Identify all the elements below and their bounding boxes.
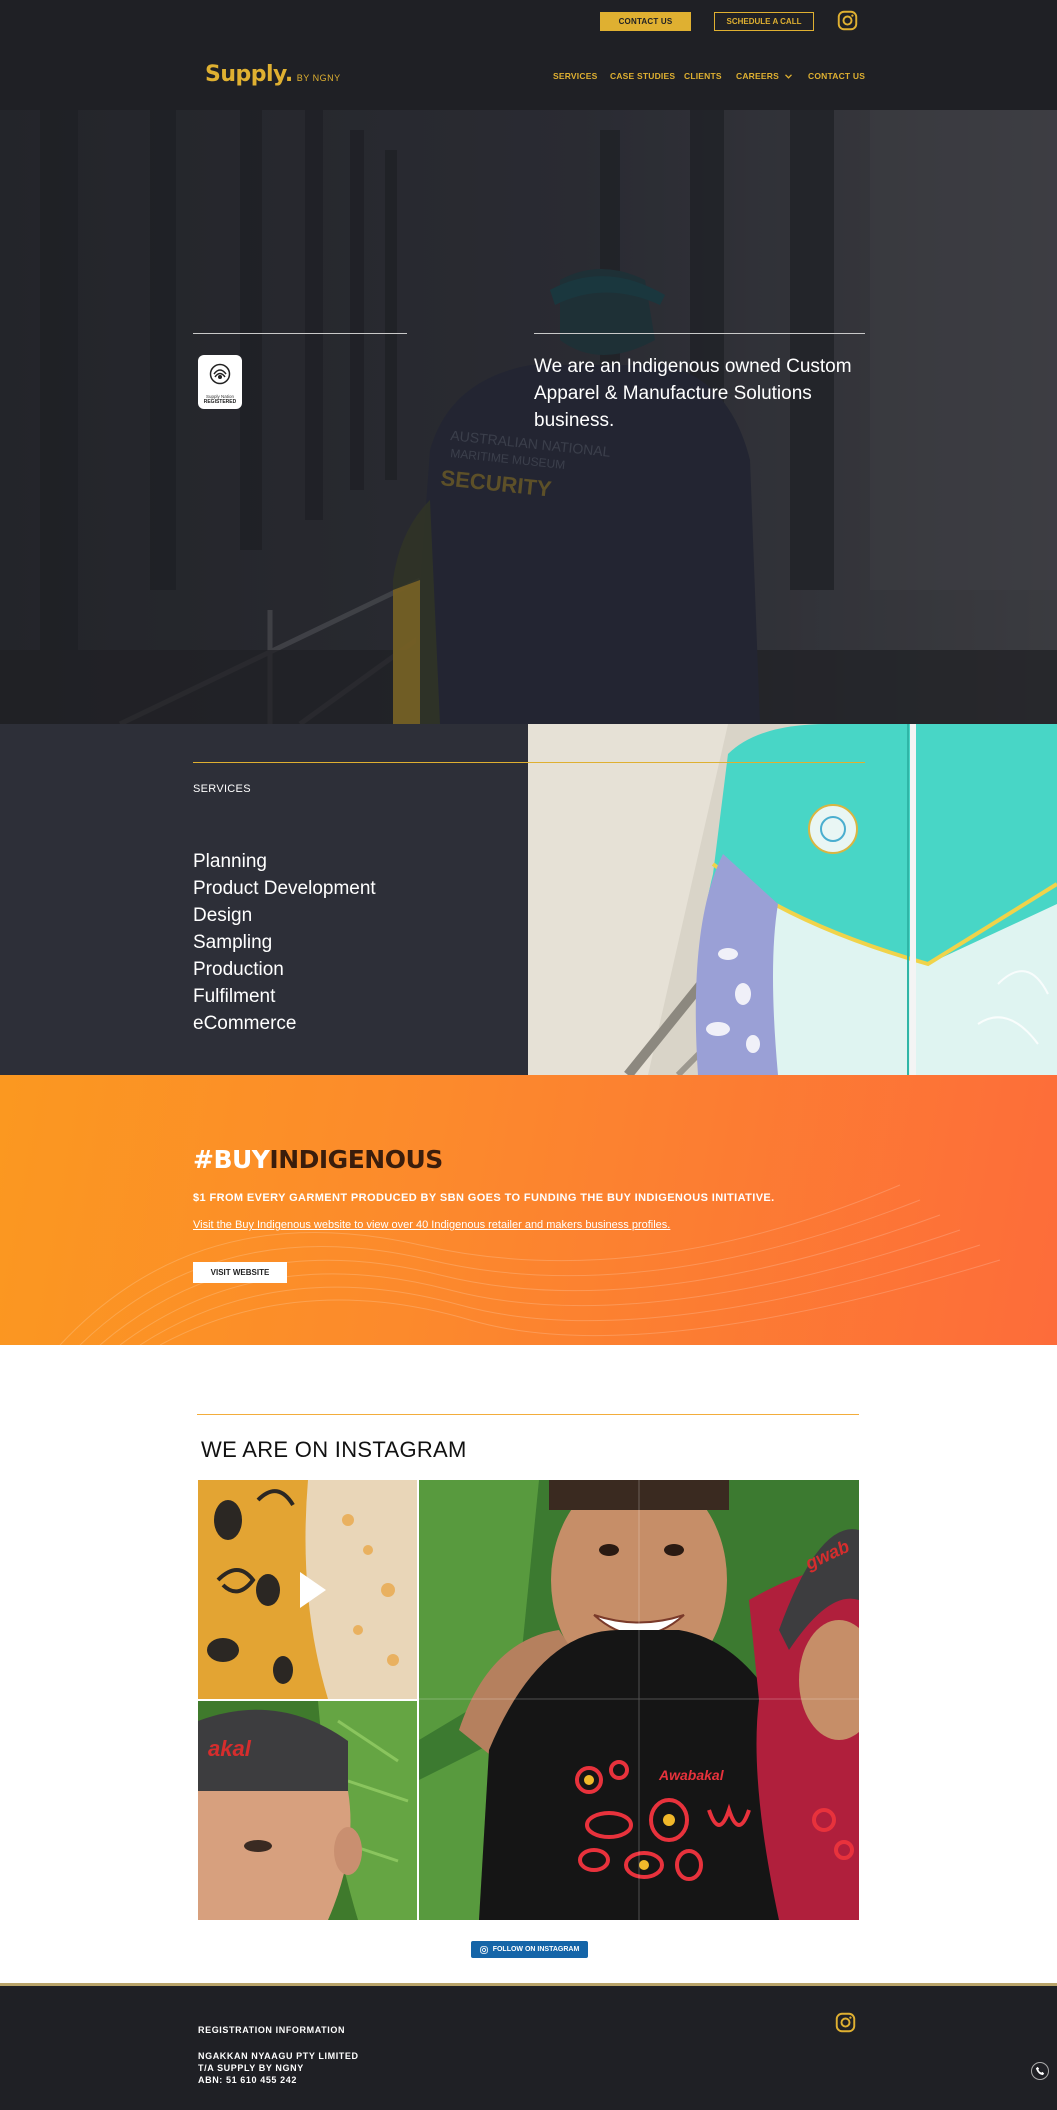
buy-indigenous-statement: $1 FROM EVERY GARMENT PRODUCED BY SBN GO… [193, 1192, 775, 1204]
service-item-production: Production [193, 959, 284, 980]
call-button[interactable] [1031, 2062, 1049, 2080]
buy-title-hash: #BUY [193, 1145, 270, 1174]
supply-nation-badge: Supply Nation REGISTERED [198, 355, 242, 409]
instagram-post-cap[interactable]: akal [198, 1701, 417, 1920]
instagram-icon [479, 1945, 488, 1954]
shirt-print-text: Awabakal [658, 1767, 725, 1783]
follow-on-instagram-button[interactable]: FOLLOW ON INSTAGRAM [471, 1941, 588, 1958]
footer-abn: ABN: 51 610 455 242 [198, 2075, 297, 2085]
service-item-design: Design [193, 905, 253, 926]
footer-trading-as: T/A SUPPLY BY NGNY [198, 2063, 304, 2073]
services-jacket-image [528, 724, 1057, 1075]
follow-label: FOLLOW ON INSTAGRAM [492, 1946, 580, 1953]
nav-careers-label: CAREERS [736, 71, 779, 81]
instagram-divider [197, 1414, 859, 1415]
footer: REGISTRATION INFORMATION NGAKKAN NYAAGU … [0, 1983, 1057, 2110]
instagram-section: WE ARE ON INSTAGRAM akal gwab Awabakal F… [0, 1345, 1057, 1985]
badge-line2: REGISTERED [203, 399, 237, 405]
nav-clients[interactable]: CLIENTS [684, 71, 722, 81]
hero-tagline: We are an Indigenous owned Custom Appare… [534, 356, 852, 431]
instagram-post-video[interactable] [198, 1480, 417, 1699]
services-title: SERVICES [193, 783, 251, 795]
instagram-icon[interactable] [835, 2012, 856, 2033]
nav-contact-us[interactable]: CONTACT US [808, 71, 865, 81]
page: CONTACT US SCHEDULE A CALL Supply. BY NG… [0, 0, 1057, 2110]
buy-indigenous-link[interactable]: Visit the Buy Indigenous website to view… [193, 1219, 670, 1231]
services-divider [193, 762, 865, 763]
contact-us-button[interactable]: CONTACT US [600, 12, 691, 31]
chevron-down-icon [785, 73, 792, 79]
main-navigation: Supply. BY NGNY SERVICES CASE STUDIES CL… [0, 42, 1057, 110]
footer-company: NGAKKAN NYAAGU PTY LIMITED [198, 2051, 359, 2061]
service-item-product-development: Product Development [193, 878, 376, 899]
brand-sub: BY NGNY [296, 73, 341, 83]
top-bar: CONTACT US SCHEDULE A CALL [0, 0, 1057, 42]
footer-heading: REGISTRATION INFORMATION [198, 2025, 346, 2035]
nav-careers[interactable]: CAREERS [736, 71, 792, 81]
schedule-call-button[interactable]: SCHEDULE A CALL [714, 12, 814, 31]
wave-dots-background [59, 1184, 1001, 1345]
nav-case-studies[interactable]: CASE STUDIES [610, 71, 675, 81]
buy-indigenous-title: #BUYINDIGENOUS [193, 1145, 443, 1174]
supply-nation-logo-icon [209, 363, 231, 385]
brand-name: Supply. [205, 62, 293, 87]
hero-background-image: AUSTRALIAN NATIONAL MARITIME MUSEUM SECU… [0, 110, 1057, 724]
buy-indigenous-section: #BUYINDIGENOUS $1 FROM EVERY GARMENT PRO… [0, 1075, 1057, 1345]
services-section: SERVICES Planning Product Development De… [0, 724, 1057, 1075]
hero-section: AUSTRALIAN NATIONAL MARITIME MUSEUM SECU… [0, 110, 1057, 724]
hero-divider-left [193, 333, 407, 334]
services-list: Planning Product Development Design Samp… [193, 848, 376, 1037]
phone-icon [1035, 2066, 1045, 2076]
cap-logo-text: akal [208, 1736, 252, 1761]
visit-website-button[interactable]: VISIT WEBSITE [193, 1262, 287, 1283]
hero-divider-right [534, 333, 865, 334]
buy-title-word: INDIGENOUS [269, 1145, 443, 1174]
nav-services[interactable]: SERVICES [553, 71, 597, 81]
instagram-heading: WE ARE ON INSTAGRAM [201, 1437, 467, 1462]
instagram-icon[interactable] [837, 10, 858, 31]
service-item-fulfilment: Fulfilment [193, 986, 276, 1007]
service-item-sampling: Sampling [193, 932, 273, 953]
brand-logo[interactable]: Supply. BY NGNY [205, 62, 341, 87]
service-item-ecommerce: eCommerce [193, 1013, 297, 1034]
service-item-planning: Planning [193, 851, 267, 872]
instagram-post-featured[interactable]: gwab Awabakal [419, 1480, 859, 1920]
instagram-feed-grid: akal gwab Awabakal [198, 1480, 859, 1920]
footer-registration: NGAKKAN NYAAGU PTY LIMITED T/A SUPPLY BY… [198, 2050, 359, 2086]
